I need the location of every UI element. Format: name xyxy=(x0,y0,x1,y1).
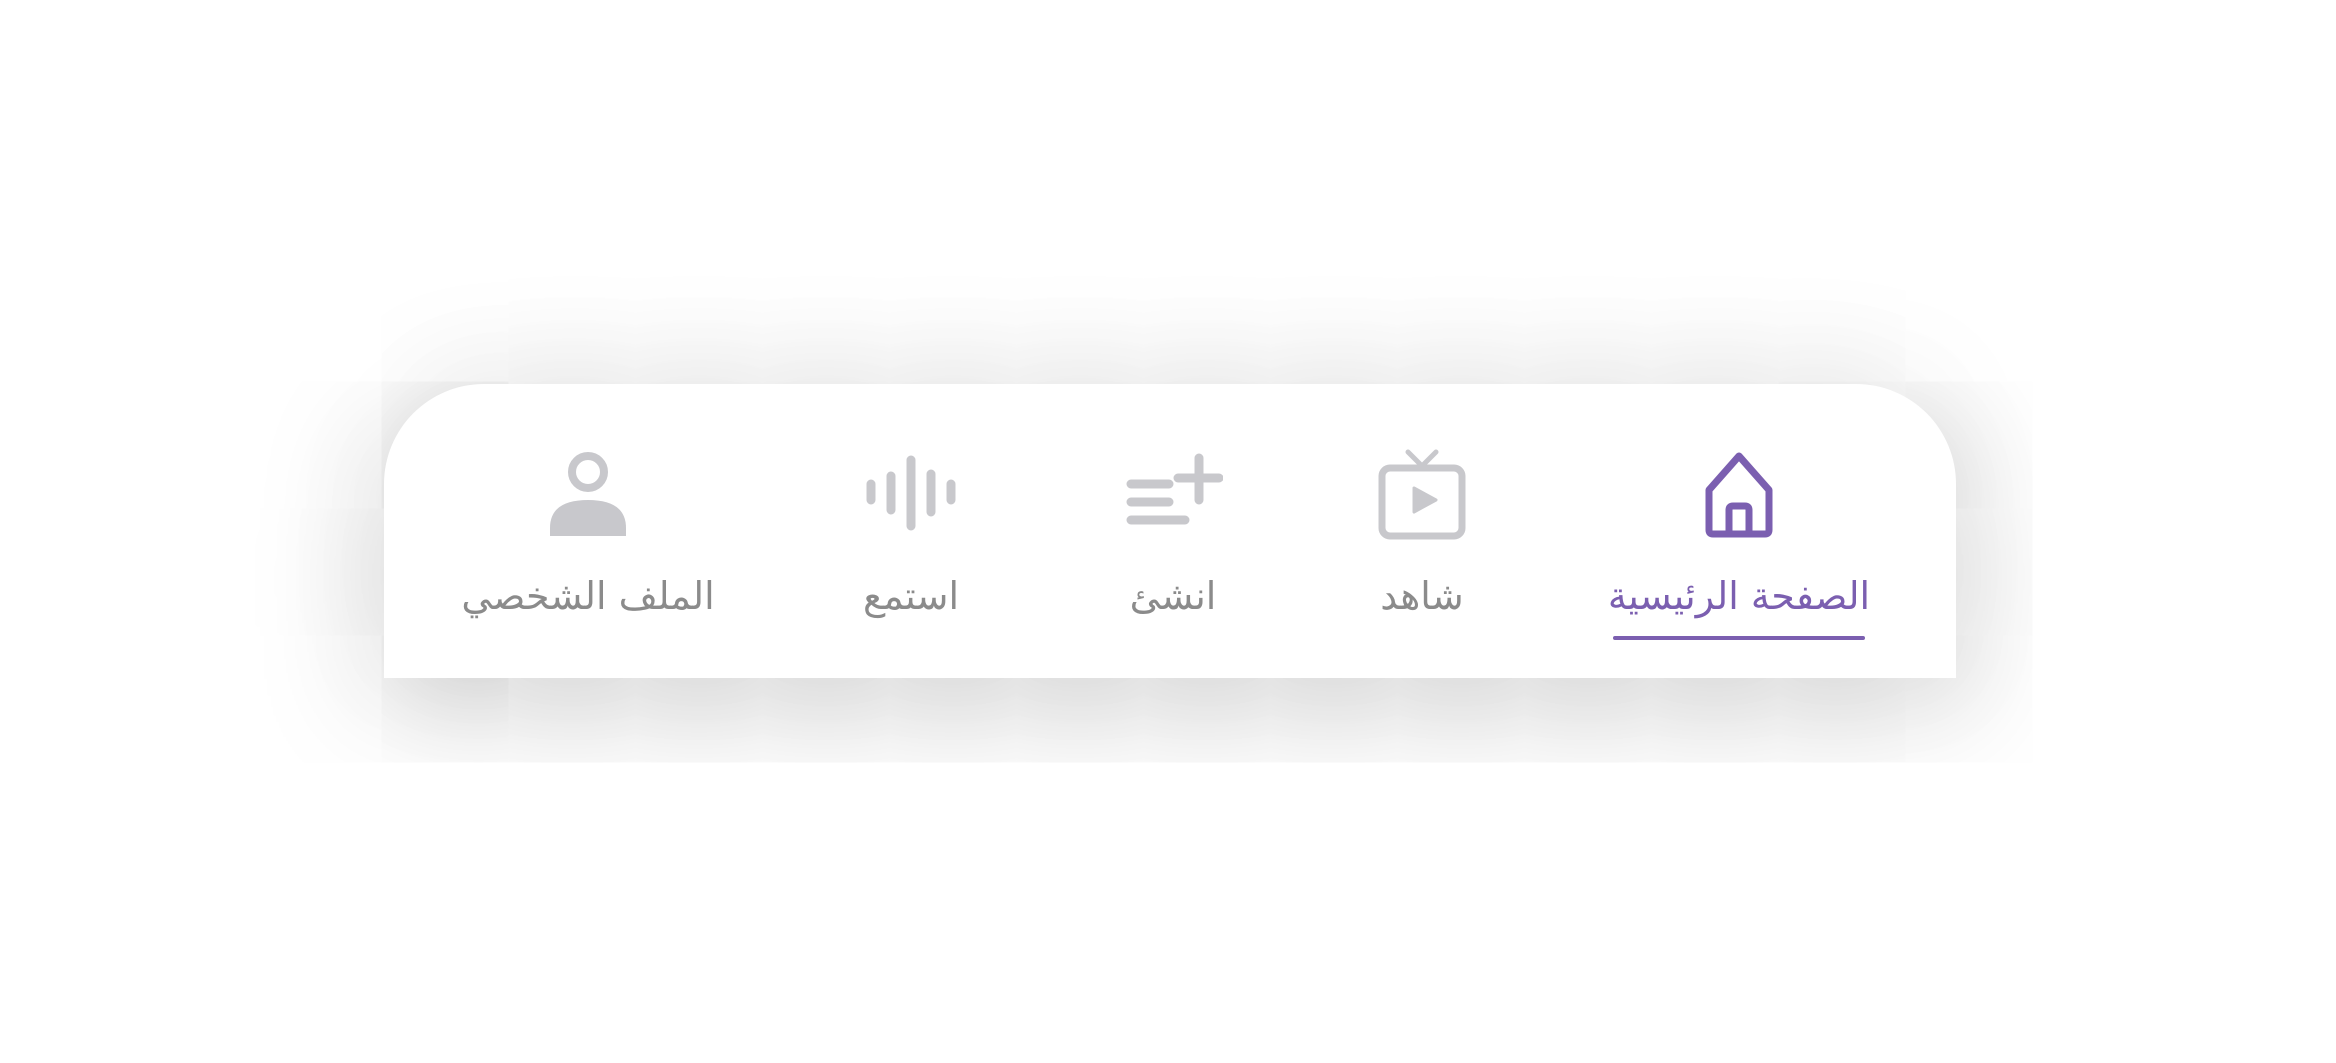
create-list-icon xyxy=(1123,444,1223,544)
tab-home[interactable]: الصفحة الرئيسية xyxy=(1579,384,1899,678)
tab-profile[interactable]: الملف الشخصي xyxy=(428,384,748,678)
audio-waveform-icon xyxy=(861,444,961,544)
tab-home-label: الصفحة الرئيسية xyxy=(1607,574,1871,618)
tab-listen[interactable]: استمع xyxy=(751,384,1071,678)
tv-icon xyxy=(1372,444,1472,544)
tab-profile-label: الملف الشخصي xyxy=(461,574,715,618)
profile-icon xyxy=(538,444,638,544)
home-icon xyxy=(1689,444,1789,544)
active-tab-indicator xyxy=(1613,636,1865,640)
bottom-tab-bar: الصفحة الرئيسية شاهد انشئ استمع الملف ال… xyxy=(384,384,1956,678)
tab-listen-label: استمع xyxy=(862,574,960,618)
